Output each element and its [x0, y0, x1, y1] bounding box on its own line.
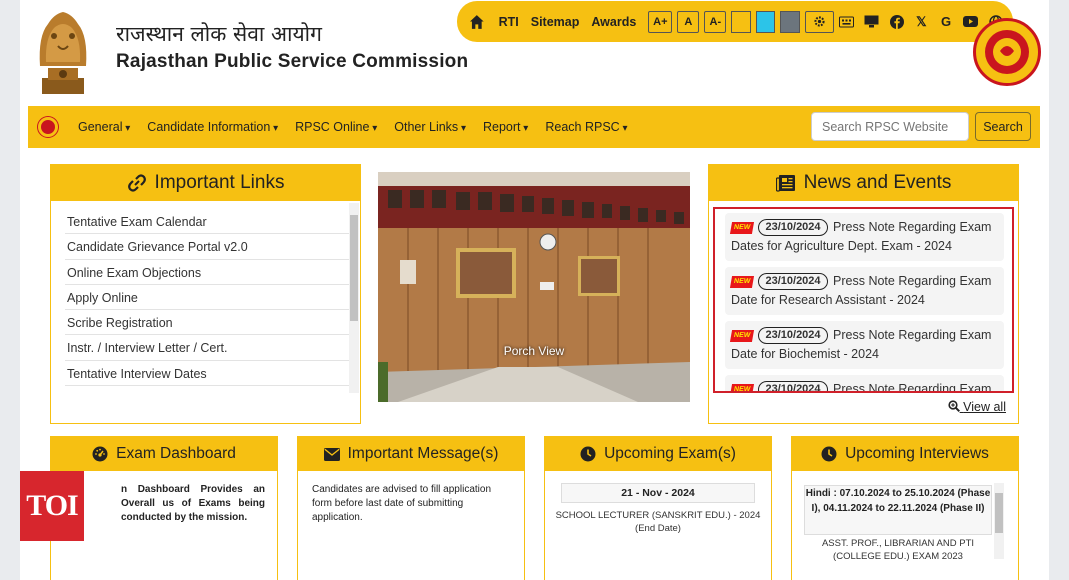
- site-title-english: Rajasthan Public Service Commission: [116, 51, 469, 72]
- link-item[interactable]: Candidate Grievance Portal v2.0: [65, 234, 349, 260]
- new-badge-icon: NEW: [729, 221, 755, 234]
- upcoming-interviews-card: Upcoming Interviews Hindi : 07.10.2024 t…: [791, 436, 1019, 580]
- link-item[interactable]: Instr. / Interview Letter / Cert.: [65, 335, 349, 361]
- nav-reach-rpsc[interactable]: Reach RPSC: [545, 120, 627, 134]
- important-links-list: Tentative Exam Calendar Candidate Grieva…: [65, 209, 349, 403]
- news-item[interactable]: NEW 23/10/2024 Press Note Regarding Exam…: [725, 321, 1004, 369]
- google-icon[interactable]: G: [939, 14, 954, 29]
- settings-button[interactable]: [804, 10, 835, 33]
- exam-date: 21 - Nov - 2024: [561, 483, 755, 503]
- porch-photo: [378, 172, 690, 402]
- news-date: 23/10/2024: [758, 381, 828, 391]
- link-item[interactable]: Apply Online: [65, 285, 349, 311]
- important-links-header: Important Links: [51, 165, 360, 201]
- home-icon[interactable]: [469, 14, 485, 30]
- link-icon: [127, 174, 146, 192]
- toi-watermark-logo: TOI: [20, 471, 84, 541]
- utility-bar: RTI Sitemap Awards A+ A A- 𝕏 G: [457, 1, 1013, 42]
- keyboard-icon[interactable]: [839, 14, 855, 29]
- exam-dashboard-body: n Dashboard Provides an Overall us of Ex…: [121, 484, 265, 523]
- exam-dashboard-title: Exam Dashboard: [116, 445, 236, 462]
- search-plus-icon: [948, 400, 960, 413]
- upcoming-interviews-header: Upcoming Interviews: [792, 437, 1018, 471]
- nav-rpsc-online[interactable]: RPSC Online: [295, 120, 377, 134]
- news-item[interactable]: NEW 23/10/2024 Press Note Regarding Exam…: [725, 375, 1004, 391]
- rpsc-seal-icon: [985, 30, 1029, 74]
- nav-logo-icon[interactable]: [38, 117, 58, 137]
- font-decrease-button[interactable]: A-: [704, 10, 727, 33]
- rpsc-homepage: राजस्थान लोक सेवा आयोग Rajasthan Public …: [20, 0, 1049, 580]
- upcoming-exams-card: Upcoming Exam(s) 21 - Nov - 2024 SCHOOL …: [544, 436, 772, 580]
- news-item[interactable]: NEW 23/10/2024 Press Note Regarding Exam…: [725, 213, 1004, 261]
- view-all-link[interactable]: View all: [948, 400, 1006, 414]
- envelope-icon: [323, 447, 340, 461]
- photo-carousel[interactable]: Porch View: [378, 172, 690, 402]
- upcoming-exams-header: Upcoming Exam(s): [545, 437, 771, 471]
- view-all-label[interactable]: View all: [963, 400, 1006, 414]
- sitemap-link[interactable]: Sitemap: [531, 15, 580, 29]
- upcoming-exams-title: Upcoming Exam(s): [604, 445, 736, 462]
- link-item[interactable]: Online Exam Objections: [65, 260, 349, 285]
- nav-general[interactable]: General: [78, 120, 130, 134]
- exam-dashboard-header: Exam Dashboard: [51, 437, 277, 471]
- exam-description[interactable]: SCHOOL LECTURER (SANSKRIT EDU.) - 2024 (…: [545, 509, 771, 535]
- scrollbar-thumb[interactable]: [350, 215, 358, 321]
- important-message-header: Important Message(s): [298, 437, 524, 471]
- important-links-title: Important Links: [154, 172, 285, 193]
- interview-exam-name[interactable]: ASST. PROF., LIBRARIAN AND PTI (COLLEGE …: [804, 537, 992, 563]
- theme-yellow-button[interactable]: [731, 10, 751, 33]
- important-links-panel: Important Links Tentative Exam Calendar …: [50, 164, 361, 424]
- search-input[interactable]: [811, 112, 969, 141]
- x-icon[interactable]: 𝕏: [914, 14, 929, 29]
- news-events-title: News and Events: [803, 172, 952, 193]
- interviews-scrollbar[interactable]: [994, 483, 1004, 559]
- newspaper-icon: [775, 175, 795, 192]
- ashoka-emblem-icon: [39, 12, 87, 94]
- dashboard-icon: [92, 446, 108, 462]
- new-badge-icon: NEW: [729, 383, 755, 391]
- news-date: 23/10/2024: [758, 273, 828, 291]
- important-links-scrollbar[interactable]: [349, 203, 359, 393]
- monitor-icon[interactable]: [864, 14, 879, 29]
- news-list: NEW 23/10/2024 Press Note Regarding Exam…: [713, 207, 1014, 393]
- clock-icon: [821, 446, 837, 462]
- gear-icon: [814, 16, 825, 27]
- important-message-card: Important Message(s) Candidates are advi…: [297, 436, 525, 580]
- important-message-body: Candidates are advised to fill applicati…: [312, 484, 491, 523]
- theme-gray-button[interactable]: [780, 10, 800, 33]
- font-normal-button[interactable]: A: [677, 10, 700, 33]
- search-button[interactable]: Search: [975, 112, 1031, 141]
- scrollbar-thumb[interactable]: [995, 493, 1003, 533]
- nav-report[interactable]: Report: [483, 120, 528, 134]
- news-date: 23/10/2024: [758, 327, 828, 345]
- link-item[interactable]: Tentative Interview Dates: [65, 361, 349, 387]
- site-title-hindi: राजस्थान लोक सेवा आयोग: [116, 22, 322, 46]
- new-badge-icon: NEW: [729, 275, 755, 288]
- exam-dashboard-card: Exam Dashboard n Dashboard Provides an O…: [50, 436, 278, 580]
- upcoming-interviews-title: Upcoming Interviews: [845, 445, 989, 462]
- carousel-caption: Porch View: [503, 344, 565, 358]
- link-item[interactable]: Scribe Registration: [65, 310, 349, 336]
- nav-candidate-information[interactable]: Candidate Information: [147, 120, 278, 134]
- font-increase-button[interactable]: A+: [648, 10, 673, 33]
- rti-link[interactable]: RTI: [499, 15, 519, 29]
- interview-schedule: Hindi : 07.10.2024 to 25.10.2024 (Phase …: [804, 485, 992, 535]
- news-date: 23/10/2024: [758, 219, 828, 237]
- rpsc-logo: [973, 18, 1041, 86]
- link-item[interactable]: Tentative Exam Calendar: [65, 209, 349, 235]
- important-message-title: Important Message(s): [347, 445, 499, 462]
- nav-other-links[interactable]: Other Links: [394, 120, 466, 134]
- new-badge-icon: NEW: [729, 329, 755, 342]
- facebook-icon[interactable]: [889, 14, 904, 29]
- theme-blue-button[interactable]: [755, 10, 776, 33]
- awards-link[interactable]: Awards: [591, 15, 636, 29]
- clock-icon: [580, 446, 596, 462]
- news-events-header: News and Events: [709, 165, 1018, 201]
- news-events-panel: News and Events NEW 23/10/2024 Press Not…: [708, 164, 1019, 424]
- news-item[interactable]: NEW 23/10/2024 Press Note Regarding Exam…: [725, 267, 1004, 315]
